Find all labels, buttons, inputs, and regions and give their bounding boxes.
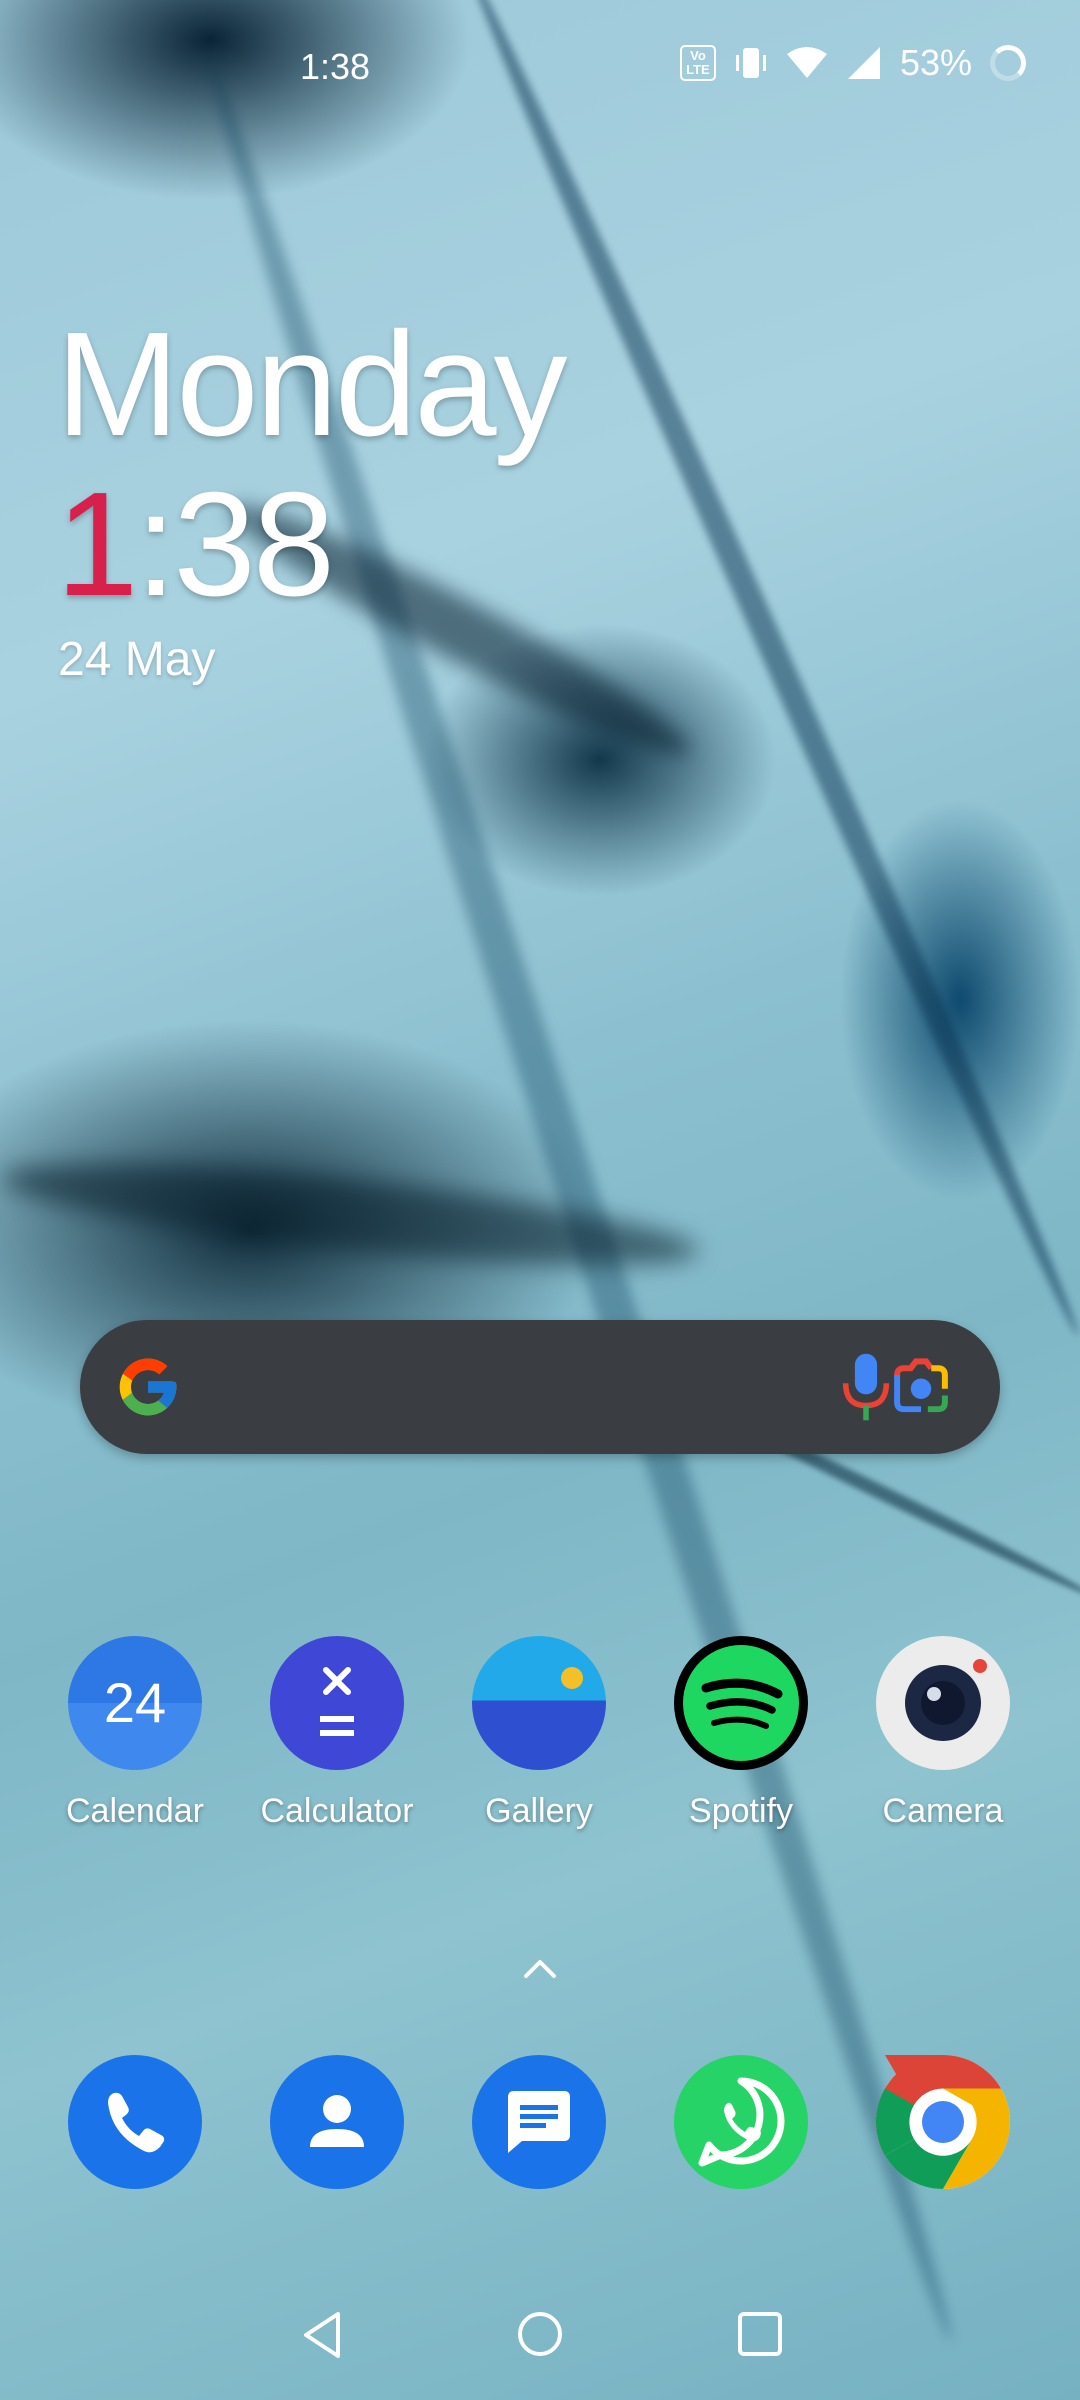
spotify-icon	[674, 1636, 808, 1770]
app-gallery[interactable]: Gallery	[454, 1636, 624, 1831]
google-search-bar[interactable]	[80, 1320, 1000, 1454]
google-logo-icon	[119, 1358, 177, 1416]
whatsapp-icon[interactable]	[674, 2055, 808, 2189]
status-icons: Vo LTE 53%	[679, 42, 1026, 84]
nav-back-icon[interactable]	[300, 2310, 344, 2360]
nav-recents-icon[interactable]	[738, 2312, 782, 2356]
lens-icon[interactable]	[890, 1358, 952, 1416]
wallpaper-streak	[0, 1143, 702, 1287]
app-label: Calculator	[260, 1792, 414, 1830]
phone-glyph	[108, 2092, 165, 2153]
contacts-icon[interactable]	[270, 2055, 404, 2189]
calendar-icon: 24	[68, 1636, 202, 1770]
app-label: Calendar	[66, 1792, 204, 1830]
app-calculator[interactable]: Calculator	[252, 1636, 422, 1831]
chrome-glyph	[876, 2055, 1010, 2189]
clock-date[interactable]: 24 May	[58, 632, 215, 687]
nav-home-icon[interactable]	[518, 2312, 562, 2356]
app-label: Camera	[882, 1792, 1004, 1830]
cell-signal-icon	[847, 47, 880, 79]
app-calendar[interactable]: 24 Calendar	[50, 1636, 220, 1831]
camera-lens	[905, 1659, 987, 1741]
clock-day[interactable]: Monday	[56, 300, 568, 470]
whatsapp-glyph	[698, 2077, 785, 2167]
app-spotify[interactable]: Spotify	[656, 1636, 826, 1831]
battery-icon	[990, 45, 1026, 81]
app-label: Spotify	[689, 1792, 793, 1830]
clock-minutes: :38	[135, 462, 335, 627]
mic-icon[interactable]	[836, 1350, 896, 1424]
calculator-icon	[270, 1636, 404, 1770]
messages-glyph	[508, 2091, 570, 2153]
status-time: 1:38	[300, 46, 371, 87]
camera-icon	[876, 1636, 1010, 1770]
phone-icon[interactable]	[68, 2055, 202, 2189]
vibrate-icon	[735, 48, 766, 78]
app-camera[interactable]: Camera	[858, 1636, 1028, 1831]
chrome-icon[interactable]	[876, 2055, 1010, 2189]
messages-icon[interactable]	[472, 2055, 606, 2189]
clock-time[interactable]: 1:38	[56, 460, 335, 630]
gallery-sun	[561, 1667, 583, 1689]
gallery-icon	[472, 1636, 606, 1770]
spotify-glyph	[683, 1645, 799, 1761]
contacts-glyph	[310, 2095, 364, 2147]
wifi-icon	[786, 47, 827, 78]
app-label: Gallery	[485, 1792, 593, 1830]
calculator-glyph	[320, 1667, 354, 1736]
battery-percent: 53%	[899, 42, 972, 83]
volte-icon: Vo LTE	[679, 45, 716, 81]
app-drawer-chevron-up-icon[interactable]	[522, 1956, 558, 1980]
clock-hour-accent: 1	[56, 462, 138, 627]
